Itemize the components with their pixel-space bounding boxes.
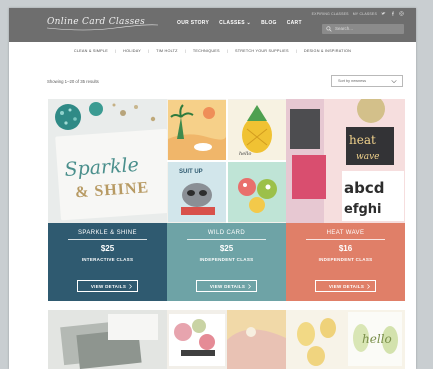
product-title[interactable]: SPARKLE & SHINE [48,230,167,236]
image-text: SUIT UP [179,169,203,175]
product-info: WILD CARD $25 INDEPENDENT CLASS VIEW DET… [167,223,286,301]
view-details-button[interactable]: VIEW DETAILS [315,280,376,292]
sort-select[interactable]: Sort by newness [331,75,403,87]
image-text: efghi [344,202,382,217]
arrow-right-icon [129,284,132,289]
search-icon [326,26,332,32]
logo-swash-icon [46,24,159,31]
nav-cart[interactable]: CART [287,20,302,26]
wild-card-photo: hello SUIT UP [167,99,286,223]
category-holiday[interactable]: HOLIDAY [123,49,141,53]
category-techniques[interactable]: TECHNIQUES [193,49,220,53]
search-input[interactable]: Search... [322,24,404,34]
results-count: Showing 1–20 of 35 results [47,79,99,84]
chevron-down-icon [391,80,397,84]
category-separator: | [114,49,117,53]
heat-wave-photo: heat wave abcd efghi [286,99,405,223]
view-details-button[interactable]: VIEW DETAILS [196,280,257,292]
product-price: $25 [100,244,115,253]
category-separator: | [184,49,186,53]
main-nav: OUR STORY CLASSES ⌄ BLOG CART [177,20,302,26]
category-stretch-supplies[interactable]: STRETCH YOUR SUPPLIES [235,49,289,53]
product-price: $25 [219,244,234,253]
image-text: heat [349,133,376,147]
twitter-icon[interactable] [381,11,386,16]
product-image[interactable] [48,310,167,369]
svg-text:hello: hello [239,151,251,157]
product-image[interactable] [167,310,286,369]
nav-our-story[interactable]: OUR STORY [177,20,209,26]
page: Online Card Classes OUR STORY CLASSES ⌄ … [9,8,416,369]
product-price: $16 [338,244,353,253]
nav-blog[interactable]: BLOG [261,20,277,26]
title-divider [187,239,266,240]
category-separator: | [295,49,297,53]
product-title[interactable]: WILD CARD [167,230,286,236]
product-type: INDEPENDENT CLASS [318,257,373,262]
product-image[interactable]: heat wave abcd efghi [286,99,405,223]
arrow-right-icon [248,284,251,289]
image-text: abcd [344,179,385,197]
category-separator: | [226,49,228,53]
product-card[interactable]: hello SUIT UP WILD CARD $25 INDEPENDENT … [167,99,286,301]
product-image[interactable]: Sparkle & SHINE [48,99,167,223]
category-separator: | [147,49,150,53]
product-info: SPARKLE & SHINE $25 INTERACTIVE CLASS VI… [48,223,167,301]
util-my-classes[interactable]: MY CLASSES [353,12,377,16]
product-card[interactable]: heat wave abcd efghi HEAT WAVE $16 INDEP… [286,99,405,301]
view-details-button[interactable]: VIEW DETAILS [77,280,138,292]
category-nav: CLEAN & SIMPLE | HOLIDAY | TIM HOLTZ | T… [9,49,416,53]
product-title[interactable]: HEAT WAVE [286,230,405,236]
sparkle-shine-photo: Sparkle & SHINE [48,99,167,223]
title-divider [306,239,385,240]
category-clean-simple[interactable]: CLEAN & SIMPLE [74,49,108,53]
category-tim-holtz[interactable]: TIM HOLTZ [156,49,178,53]
arrow-right-icon [367,284,370,289]
title-divider [68,239,147,240]
search-placeholder: Search... [335,26,354,31]
product-image[interactable]: hello [286,310,405,369]
image-text: wave [356,152,379,162]
site-header: Online Card Classes OUR STORY CLASSES ⌄ … [9,8,416,42]
product-info: HEAT WAVE $16 INDEPENDENT CLASS VIEW DET… [286,223,405,301]
image-text: hello [362,332,392,346]
nav-classes[interactable]: CLASSES ⌄ [219,20,251,26]
facebook-icon[interactable] [390,11,395,16]
product-card[interactable]: Sparkle & SHINE SPARKLE & SHINE $25 INTE… [48,99,167,301]
sort-value: Sort by newness [338,79,367,83]
product-type: INTERACTIVE CLASS [81,257,134,262]
product-image[interactable]: hello SUIT UP [167,99,286,223]
util-expiring-classes[interactable]: EXPIRING CLASSES [312,12,349,16]
category-design-inspiration[interactable]: DESIGN & INSPIRATION [304,49,351,53]
product-type: INDEPENDENT CLASS [199,257,254,262]
instagram-icon[interactable] [399,11,404,16]
utility-links: EXPIRING CLASSES MY CLASSES [312,11,404,16]
